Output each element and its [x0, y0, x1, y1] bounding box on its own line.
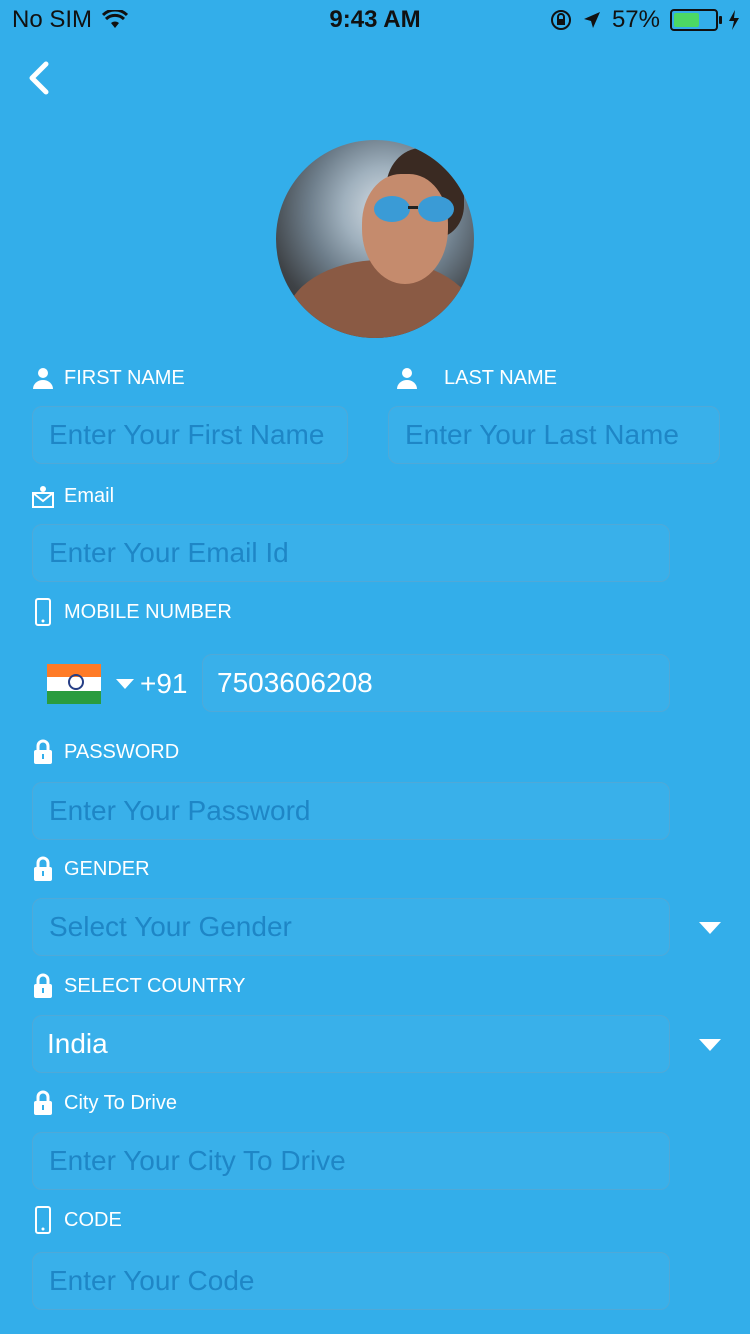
country-label-text: SELECT COUNTRY — [64, 974, 246, 997]
city-input[interactable] — [47, 1144, 669, 1178]
mobile-number-value[interactable]: 7503606208 — [217, 667, 373, 699]
password-label: PASSWORD — [32, 739, 180, 764]
battery-percent: 57% — [611, 6, 660, 33]
mobile-number-field[interactable]: 7503606208 — [202, 654, 670, 712]
user-icon — [32, 366, 54, 390]
first-name-label-text: FIRST NAME — [64, 366, 185, 389]
user-icon — [396, 366, 418, 390]
lock-icon — [32, 973, 54, 998]
email-label-text: Email — [64, 484, 115, 507]
lock-icon — [32, 739, 54, 764]
country-dropdown-arrow-icon[interactable] — [699, 1039, 721, 1051]
gender-select[interactable] — [32, 898, 670, 956]
mobile-label-text: MOBILE NUMBER — [64, 600, 232, 623]
first-name-label: FIRST NAME — [32, 366, 185, 390]
code-label-text: CODE — [64, 1208, 122, 1231]
country-label: SELECT COUNTRY — [32, 973, 246, 998]
mobile-label: MOBILE NUMBER — [32, 598, 232, 626]
gender-label: GENDER — [32, 856, 150, 881]
dial-code[interactable]: +91 — [140, 668, 188, 700]
password-input[interactable] — [47, 794, 669, 828]
back-button[interactable] — [24, 58, 64, 102]
city-label: City To Drive — [32, 1090, 177, 1115]
lock-icon — [32, 1090, 54, 1115]
code-field[interactable] — [32, 1252, 670, 1310]
code-input[interactable] — [47, 1264, 669, 1298]
status-bar: No SIM 9:43 AM 57% — [0, 0, 750, 40]
last-name-label: LAST NAME — [396, 366, 557, 390]
gender-dropdown-arrow-icon[interactable] — [699, 922, 721, 934]
last-name-label-text: LAST NAME — [444, 366, 557, 389]
battery-icon — [670, 9, 722, 31]
phone-icon — [32, 1206, 54, 1234]
last-name-input[interactable] — [403, 418, 719, 452]
first-name-field[interactable] — [32, 406, 348, 464]
lock-icon — [32, 856, 54, 881]
charging-icon — [729, 10, 739, 30]
gender-label-text: GENDER — [64, 857, 150, 880]
gender-input[interactable] — [47, 910, 669, 944]
country-value[interactable]: India — [47, 1028, 108, 1060]
password-label-text: PASSWORD — [64, 740, 180, 763]
city-label-text: City To Drive — [64, 1091, 177, 1114]
location-icon — [583, 12, 600, 28]
code-label: CODE — [32, 1206, 122, 1234]
country-select[interactable]: India — [32, 1015, 670, 1073]
first-name-input[interactable] — [47, 418, 347, 452]
envelope-user-icon — [32, 484, 54, 508]
last-name-field[interactable] — [388, 406, 720, 464]
email-field[interactable] — [32, 524, 670, 582]
email-input[interactable] — [47, 536, 669, 570]
city-field[interactable] — [32, 1132, 670, 1190]
rotation-lock-icon — [550, 10, 571, 30]
password-field[interactable] — [32, 782, 670, 840]
phone-icon — [32, 598, 54, 626]
chevron-left-icon — [29, 61, 49, 95]
country-code-dropdown-icon[interactable] — [116, 679, 134, 689]
profile-avatar[interactable] — [276, 140, 474, 338]
india-flag-icon[interactable] — [47, 664, 101, 704]
email-label: Email — [32, 484, 114, 508]
status-right: 57% — [550, 6, 740, 34]
